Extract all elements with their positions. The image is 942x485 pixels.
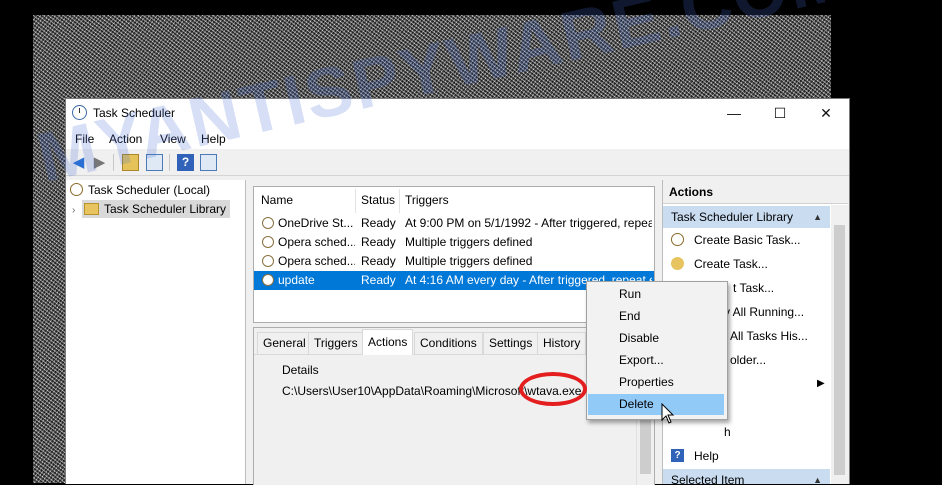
task-clock-icon [262, 274, 274, 286]
help-icon[interactable]: ? [177, 154, 194, 171]
actions-section-library[interactable]: Task Scheduler Library ▲ [663, 206, 830, 228]
tab-general[interactable]: General [257, 332, 312, 354]
folder-up-icon[interactable] [122, 154, 139, 171]
tree-library[interactable]: › Task Scheduler Library [72, 200, 231, 220]
task-clock-icon [262, 255, 274, 267]
action-label: h [724, 425, 731, 439]
console-tree: Task Scheduler (Local) › Task Scheduler L… [66, 180, 246, 484]
actions-pane-title: Actions [663, 180, 848, 204]
create-task-icon [671, 257, 684, 270]
highlight-ring [519, 372, 587, 406]
window-title: Task Scheduler [93, 106, 176, 120]
submenu-arrow-icon: ▶ [817, 378, 825, 389]
action-label: y All Running... [724, 305, 805, 319]
action-help[interactable]: ? Help [663, 444, 830, 468]
minimize-button[interactable]: — [711, 99, 757, 127]
scrollbar-thumb[interactable] [834, 225, 845, 475]
action-refresh[interactable]: h [663, 420, 830, 444]
tree-root-label: Task Scheduler (Local) [88, 183, 211, 197]
toolbar: ◀ ▶ ? [66, 150, 849, 176]
task-status: Ready [361, 235, 396, 249]
task-triggers: Multiple triggers defined [405, 235, 533, 249]
show-hide-tree-icon[interactable] [146, 154, 163, 171]
maximize-button[interactable]: ☐ [757, 99, 803, 127]
task-name: Opera sched... [278, 235, 355, 249]
column-status[interactable]: Status [361, 193, 395, 207]
action-create-task[interactable]: Create Task... [663, 252, 830, 276]
section-label: Selected Item [671, 473, 745, 484]
task-scheduler-window: Task Scheduler — ☐ ✕ File Action View He… [65, 98, 850, 485]
toolbar-separator [113, 154, 114, 171]
show-hide-action-pane-icon[interactable] [200, 154, 217, 171]
table-row[interactable]: Opera sched... Ready Multiple triggers d… [254, 252, 654, 271]
tab-history[interactable]: History [537, 332, 587, 354]
collapse-triangle-icon[interactable]: ▲ [813, 206, 822, 228]
back-arrow-icon[interactable]: ◀ [70, 154, 87, 171]
collapse-triangle-icon[interactable]: ▲ [813, 469, 822, 484]
action-label: All Tasks His... [730, 329, 808, 343]
column-triggers[interactable]: Triggers [405, 193, 449, 207]
section-label: Task Scheduler Library [671, 210, 794, 224]
actions-scrollbar[interactable] [831, 205, 848, 484]
context-disable[interactable]: Disable [588, 328, 724, 349]
action-create-basic-task[interactable]: Create Basic Task... [663, 228, 830, 252]
details-column-header[interactable]: Details [282, 363, 319, 377]
task-clock-icon [262, 217, 274, 229]
menu-file[interactable]: File [75, 132, 94, 146]
table-row[interactable]: OneDrive St... Ready At 9:00 PM on 5/1/1… [254, 214, 654, 233]
forward-arrow-icon[interactable]: ▶ [91, 154, 108, 171]
column-divider [355, 189, 356, 213]
task-status: Ready [361, 216, 396, 230]
task-name: OneDrive St... [278, 216, 354, 230]
scrollbar-thumb[interactable] [640, 414, 651, 474]
task-scheduler-clock-icon [72, 105, 87, 120]
table-row[interactable]: Opera sched... Ready Multiple triggers d… [254, 233, 654, 252]
context-export[interactable]: Export... [588, 350, 724, 371]
menu-bar: File Action View Help [66, 127, 849, 149]
title-bar[interactable]: Task Scheduler — ☐ ✕ [66, 99, 849, 127]
actions-section-selected-item[interactable]: Selected Item ▲ [663, 469, 830, 484]
action-label: Help [694, 449, 719, 463]
menu-action[interactable]: Action [109, 132, 142, 146]
tab-triggers[interactable]: Triggers [308, 332, 364, 354]
task-status: Ready [361, 254, 396, 268]
context-menu: Run End Disable Export... Properties Del… [586, 281, 728, 420]
context-end[interactable]: End [588, 306, 724, 327]
tab-settings[interactable]: Settings [483, 332, 539, 354]
task-name: Opera sched... [278, 254, 355, 268]
menu-help[interactable]: Help [201, 132, 226, 146]
tab-conditions[interactable]: Conditions [414, 332, 483, 354]
context-properties[interactable]: Properties [588, 372, 724, 393]
column-divider [399, 189, 400, 213]
action-label: t Task... [733, 281, 775, 295]
action-label: Create Basic Task... [694, 233, 801, 247]
tree-library-label: Task Scheduler Library [104, 202, 227, 216]
folder-clock-icon [84, 202, 99, 215]
task-clock-icon [262, 236, 274, 248]
help-icon: ? [671, 449, 684, 462]
task-triggers: Multiple triggers defined [405, 254, 533, 268]
task-status: Ready [361, 273, 396, 287]
chevron-right-icon[interactable]: › [72, 202, 82, 220]
action-label: older... [730, 353, 767, 367]
mouse-cursor-icon [661, 403, 675, 424]
context-delete[interactable]: Delete [588, 394, 724, 415]
toolbar-separator [169, 154, 170, 171]
clock-icon [70, 183, 83, 197]
close-button[interactable]: ✕ [803, 99, 849, 127]
column-name[interactable]: Name [261, 193, 293, 207]
actions-tab-content: Details C:\Users\User10\AppData\Roaming\… [254, 355, 634, 485]
tab-actions[interactable]: Actions [362, 329, 414, 355]
action-label: Create Task... [694, 257, 768, 271]
task-name: update [278, 273, 315, 287]
context-run[interactable]: Run [588, 284, 724, 305]
menu-view[interactable]: View [160, 132, 186, 146]
tree-root[interactable]: Task Scheduler (Local) [70, 181, 210, 199]
task-triggers: At 9:00 PM on 5/1/1992 - After triggered… [405, 216, 652, 230]
create-basic-task-icon [671, 233, 684, 246]
